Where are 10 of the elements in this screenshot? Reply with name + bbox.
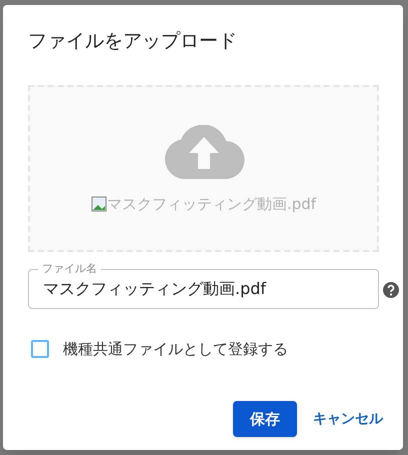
preview-alt-text: マスクフィッティング動画.pdf: [106, 194, 316, 215]
cloud-upload-icon: [162, 125, 244, 179]
checkbox[interactable]: [31, 340, 49, 358]
cancel-button[interactable]: キャンセル: [311, 401, 385, 437]
checkbox-label: 機種共通ファイルとして登録する: [63, 339, 288, 360]
help-icon[interactable]: [383, 282, 399, 298]
broken-image-icon: [90, 196, 107, 212]
field-label: ファイル名: [38, 262, 101, 276]
dialog-title: ファイルをアップロード: [28, 29, 237, 54]
save-button[interactable]: 保存: [233, 401, 297, 437]
